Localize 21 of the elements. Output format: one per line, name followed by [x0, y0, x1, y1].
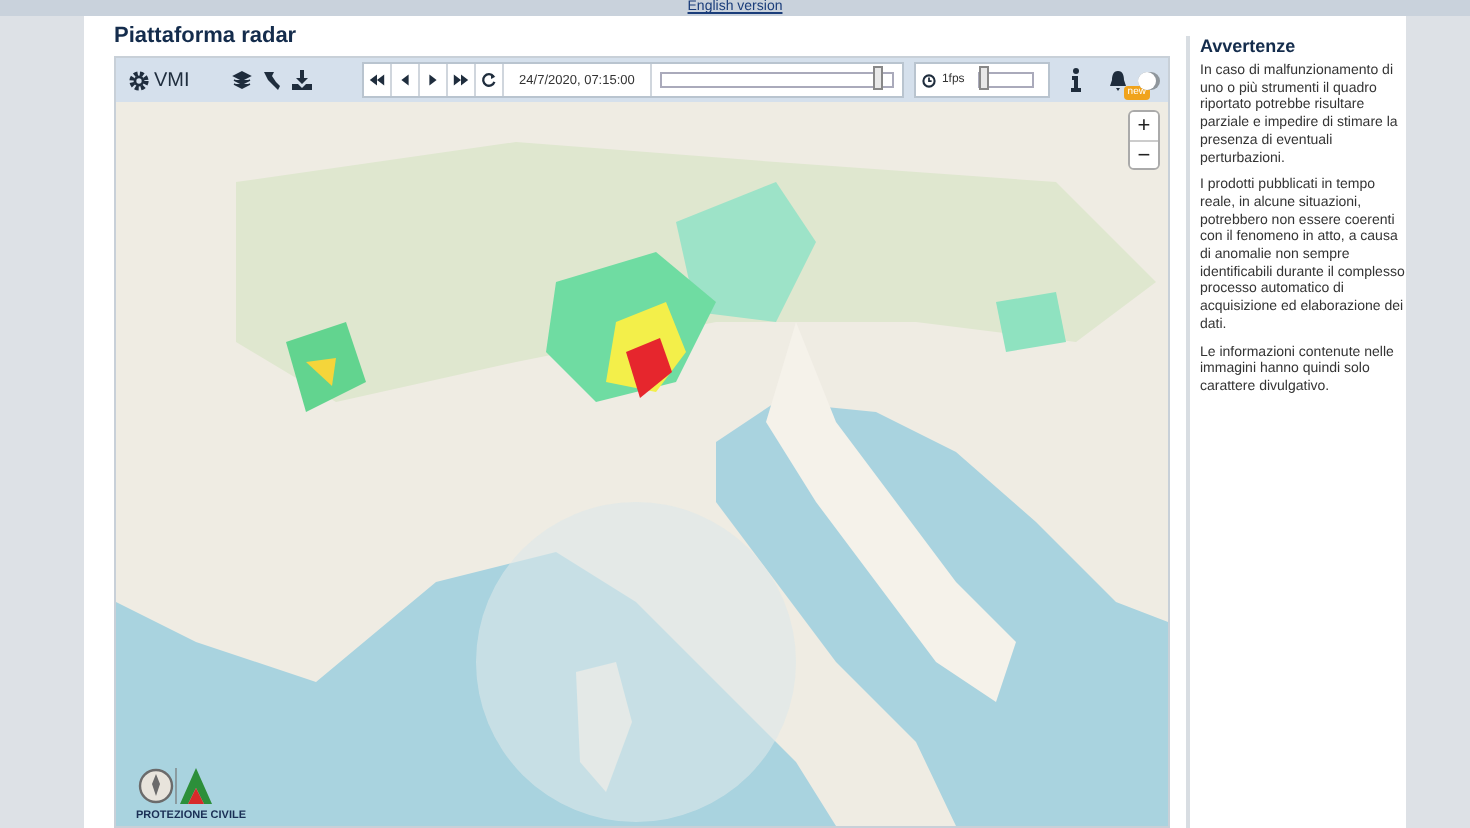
- bell-icon[interactable]: [1107, 69, 1128, 91]
- settings-button[interactable]: VMI: [128, 69, 190, 91]
- page-title: Piattaforma radar: [114, 22, 299, 52]
- gear-icon: [128, 69, 150, 91]
- zoom-out-button[interactable]: −: [1130, 140, 1158, 168]
- download-icon[interactable]: [291, 70, 312, 90]
- slider-thumb[interactable]: [978, 66, 989, 90]
- info-icon[interactable]: [1070, 68, 1083, 92]
- last-arrow-icon: [451, 70, 470, 90]
- region-shape-icon[interactable]: [261, 69, 282, 91]
- layers-icon[interactable]: [231, 70, 252, 90]
- first-arrow-icon: [367, 70, 386, 90]
- toggle-switch[interactable]: [1137, 71, 1160, 89]
- last-button[interactable]: [447, 64, 476, 96]
- slider-thumb[interactable]: [873, 66, 884, 90]
- sidebar-title: Avvertenze: [1200, 36, 1298, 56]
- play-arrow-icon: [423, 70, 442, 90]
- refresh-icon: [479, 70, 498, 90]
- emblem-logo-icon: [136, 764, 216, 808]
- zoom-in-button[interactable]: +: [1130, 112, 1158, 140]
- clock-icon: [921, 73, 936, 87]
